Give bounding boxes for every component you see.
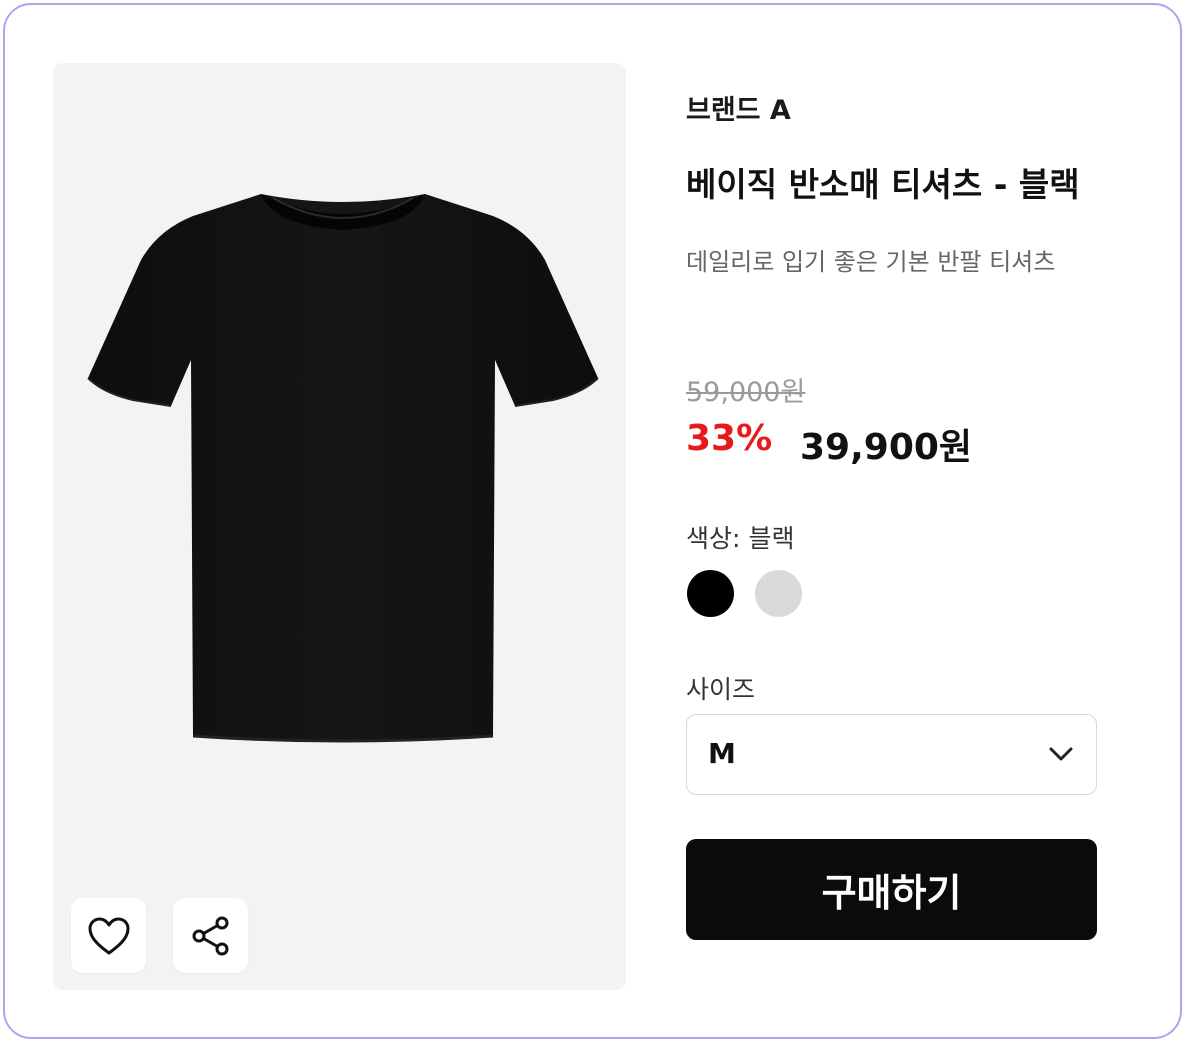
chevron-down-icon xyxy=(1049,747,1073,761)
product-description: 데일리로 입기 좋은 기본 반팔 티셔츠 xyxy=(686,248,1056,276)
product-image-panel xyxy=(53,63,626,990)
brand-name: 브랜드 A xyxy=(686,95,791,126)
size-select[interactable]: M xyxy=(686,714,1097,795)
product-title: 베이직 반소매 티셔츠 - 블랙 xyxy=(686,165,1080,204)
size-selected-value: M xyxy=(708,737,736,770)
color-label-text: 색상: xyxy=(686,524,741,553)
heart-icon xyxy=(88,917,129,954)
share-icon xyxy=(192,916,228,955)
selected-color-name: 블랙 xyxy=(748,524,795,553)
product-image-tshirt xyxy=(87,194,599,743)
share-button[interactable] xyxy=(173,898,248,973)
color-swatch-light-gray[interactable] xyxy=(755,570,802,617)
color-swatch-black[interactable] xyxy=(687,570,734,617)
discount-rate: 33% xyxy=(686,418,773,459)
sale-price: 39,900원 xyxy=(800,427,973,468)
original-price: 59,000원 xyxy=(686,377,806,408)
like-button[interactable] xyxy=(71,898,146,973)
color-label: 색상: 블랙 xyxy=(686,519,794,555)
buy-button[interactable]: 구매하기 xyxy=(686,839,1097,940)
size-label: 사이즈 xyxy=(686,675,756,704)
